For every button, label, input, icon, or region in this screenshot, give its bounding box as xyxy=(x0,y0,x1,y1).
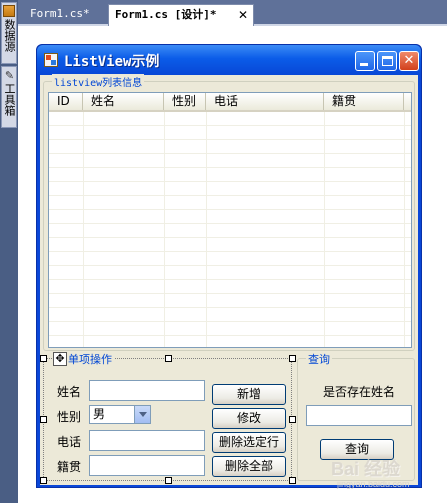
grid-line xyxy=(164,112,165,347)
list-info-groupbox: listview列表信息 ID 姓名 性别 电话 籍贯 xyxy=(43,74,415,351)
form-app-icon xyxy=(44,53,58,67)
name-label: 姓名 xyxy=(57,385,82,399)
resize-handle[interactable] xyxy=(289,355,296,362)
list-info-groupbox-title: listview列表信息 xyxy=(52,74,145,89)
query-prompt-label: 是否存在姓名 xyxy=(323,385,396,399)
tab-form1-design[interactable]: Form1.cs [设计]* ✕ xyxy=(108,4,254,26)
resize-handle[interactable] xyxy=(289,416,296,423)
form-title: ListView示例 xyxy=(64,54,160,70)
phone-label: 电话 xyxy=(57,435,82,449)
origin-input[interactable] xyxy=(89,455,205,476)
chevron-down-icon[interactable] xyxy=(134,406,150,423)
watermark-text: Bai 经验 xyxy=(331,459,401,479)
query-groupbox-title: 查询 xyxy=(306,351,332,367)
close-button[interactable]: ✕ xyxy=(399,51,419,71)
move-handle-icon[interactable]: ✥ xyxy=(53,352,67,366)
column-header-gender[interactable]: 性别 xyxy=(164,93,206,110)
grid-line xyxy=(404,112,405,347)
watermark-url: jingyan.baidu.com xyxy=(337,479,410,489)
close-tab-icon[interactable]: ✕ xyxy=(238,5,248,25)
resize-handle[interactable] xyxy=(165,355,172,362)
column-header-name[interactable]: 姓名 xyxy=(83,93,164,110)
watermark: Bai 经验 jingyan.baidu.com xyxy=(331,455,441,499)
toolbox-tab[interactable]: ✎ 工具箱 xyxy=(1,66,17,128)
phone-input[interactable] xyxy=(89,430,205,451)
tab-form1-code[interactable]: Form1.cs* xyxy=(24,4,96,26)
maximize-icon xyxy=(382,56,393,66)
ide-side-strip: 数据源 ✎ 工具箱 xyxy=(0,0,18,503)
resize-handle[interactable] xyxy=(40,355,47,362)
column-header-origin[interactable]: 籍贯 xyxy=(324,93,404,110)
toolbox-icon: ✎ xyxy=(3,69,16,82)
gender-label: 性别 xyxy=(57,410,82,424)
data-source-icon xyxy=(3,5,15,17)
single-operation-groupbox-title: 单项操作 xyxy=(66,351,114,367)
document-tab-bar: Form1.cs* Form1.cs [设计]* ✕ xyxy=(18,0,447,26)
delete-selected-button[interactable]: 删除选定行 xyxy=(212,432,286,453)
form-title-bar[interactable]: ListView示例 ✕ xyxy=(37,45,421,75)
origin-label: 籍贯 xyxy=(57,460,82,474)
minimize-icon xyxy=(360,63,368,66)
query-input[interactable] xyxy=(306,405,412,426)
list-view[interactable]: ID 姓名 性别 电话 籍贯 xyxy=(48,92,412,348)
toolbox-label: 工具箱 xyxy=(3,83,16,116)
grid-line xyxy=(83,112,84,347)
grid-line xyxy=(324,112,325,347)
list-view-body[interactable] xyxy=(49,112,411,347)
close-icon: ✕ xyxy=(403,53,415,68)
single-operation-groupbox[interactable]: ✥ 单项操作 姓名 性别 男 电话 籍贯 新增 修改 删除选定行 删除全部 xyxy=(40,351,296,484)
gender-select[interactable]: 男 xyxy=(89,405,151,424)
minimize-button[interactable] xyxy=(355,51,375,71)
data-sources-label: 数据源 xyxy=(3,19,16,52)
name-input[interactable] xyxy=(89,380,205,401)
tab-form1-design-label: Form1.cs [设计]* xyxy=(115,8,217,21)
delete-all-button[interactable]: 删除全部 xyxy=(212,456,286,477)
data-sources-tab[interactable]: 数据源 xyxy=(1,2,17,64)
add-button[interactable]: 新增 xyxy=(212,384,286,405)
tab-form1-code-label: Form1.cs* xyxy=(30,7,90,20)
resize-handle[interactable] xyxy=(40,416,47,423)
resize-handle[interactable] xyxy=(40,477,47,484)
gender-select-value: 男 xyxy=(93,407,106,421)
grid-line xyxy=(206,112,207,347)
form-window[interactable]: ListView示例 ✕ listview列表信息 ID 姓名 性别 电话 籍贯 xyxy=(36,44,422,488)
edit-button[interactable]: 修改 xyxy=(212,408,286,429)
maximize-button[interactable] xyxy=(377,51,397,71)
column-header-phone[interactable]: 电话 xyxy=(206,93,324,110)
form-client-area: listview列表信息 ID 姓名 性别 电话 籍贯 ✥ 单项操作 姓名 性别… xyxy=(40,74,418,485)
column-header-id[interactable]: ID xyxy=(49,93,83,110)
resize-handle[interactable] xyxy=(165,477,172,484)
resize-handle[interactable] xyxy=(289,477,296,484)
list-view-header: ID 姓名 性别 电话 籍贯 xyxy=(49,93,411,112)
